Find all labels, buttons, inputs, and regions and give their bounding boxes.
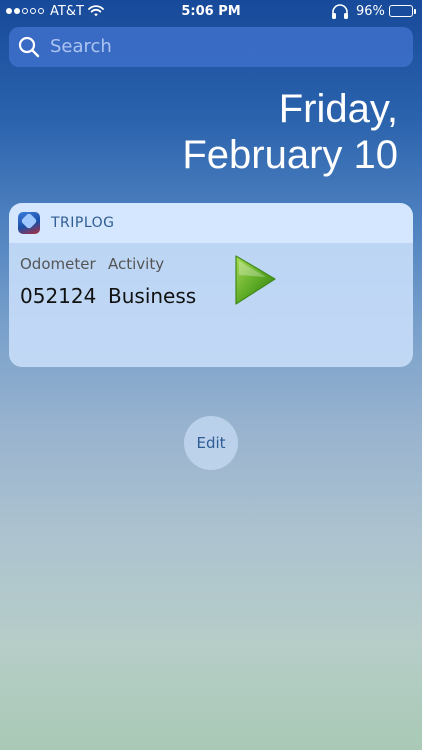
- headphones-icon: [331, 4, 349, 23]
- edit-button[interactable]: Edit: [184, 416, 238, 470]
- app-icon-glyph: [20, 212, 38, 230]
- date-weekday: Friday,: [278, 87, 398, 131]
- battery-tip: [414, 9, 416, 14]
- search-icon: [18, 36, 40, 62]
- battery-icon: [389, 5, 416, 17]
- widget-app-name: TRIPLOG: [51, 215, 115, 231]
- triplog-app-icon: [18, 212, 40, 234]
- odometer-label: Odometer: [20, 255, 96, 273]
- triplog-widget: TRIPLOG Odometer Activity 052124 Busines…: [9, 203, 413, 367]
- play-icon: [235, 255, 276, 305]
- search-bar[interactable]: Search: [9, 27, 413, 67]
- start-trip-play-button[interactable]: [232, 253, 278, 307]
- date-display: Friday, February 10: [182, 86, 398, 178]
- widget-header[interactable]: TRIPLOG: [9, 203, 413, 243]
- activity-value: Business: [108, 284, 197, 308]
- date-month-day: February 10: [182, 133, 398, 177]
- activity-label: Activity: [108, 255, 165, 273]
- search-placeholder[interactable]: Search: [50, 36, 112, 57]
- status-bar: AT&T 5:06 PM 96%: [0, 0, 422, 24]
- odometer-value: 052124: [20, 284, 97, 308]
- battery-percent: 96%: [356, 4, 385, 19]
- edit-button-label[interactable]: Edit: [196, 434, 225, 452]
